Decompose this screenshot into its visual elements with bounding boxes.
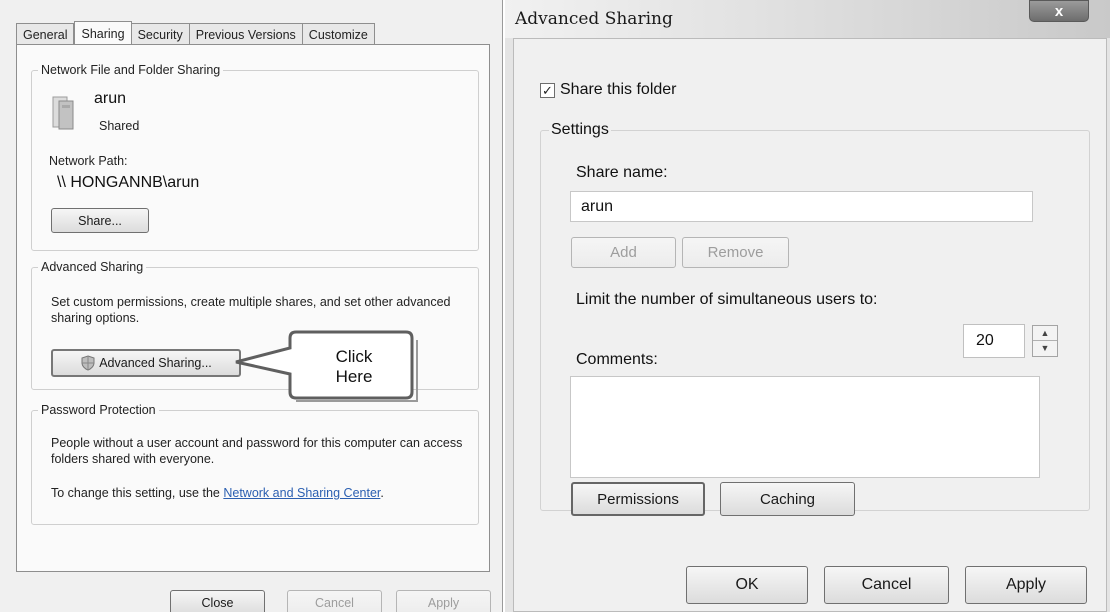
tab-strip: General Sharing Security Previous Versio… (16, 21, 375, 46)
tab-sharing[interactable]: Sharing (74, 21, 132, 46)
network-sharing-center-link[interactable]: Network and Sharing Center (223, 486, 380, 500)
advanced-sharing-dialog: Advanced Sharing x ✓ Share this folder S… (505, 0, 1110, 612)
spin-down-icon[interactable]: ▼ (1033, 341, 1057, 356)
tab-security[interactable]: Security (131, 23, 190, 45)
folder-name: arun (94, 90, 127, 107)
shared-folder-icon (52, 96, 74, 130)
close-icon: x (1054, 2, 1064, 20)
dialog-apply-button[interactable]: Apply (965, 566, 1087, 604)
callout-text: Click Here (296, 347, 412, 387)
settings-legend: Settings (551, 121, 609, 138)
user-limit-spinner[interactable]: ▲ ▼ (1032, 325, 1058, 357)
password-change-suffix: . (380, 486, 384, 500)
uac-shield-icon (81, 355, 95, 371)
tab-customize[interactable]: Customize (302, 23, 375, 45)
share-folder-option[interactable]: ✓ Share this folder (540, 81, 677, 99)
close-button[interactable]: Close (170, 590, 265, 612)
network-path-value: \\ HONGANNB\arun (57, 174, 200, 191)
properties-dialog: General Sharing Security Previous Versio… (0, 0, 503, 612)
apply-button[interactable]: Apply (396, 590, 491, 612)
share-name-label: Share name: (576, 164, 668, 181)
advanced-sharing-description: Set custom permissions, create multiple … (51, 295, 451, 325)
sharing-tab-page: Network File and Folder Sharing arun Sha… (16, 44, 490, 572)
remove-button[interactable]: Remove (682, 237, 789, 268)
ok-button[interactable]: OK (686, 566, 808, 604)
cancel-button[interactable]: Cancel (287, 590, 382, 612)
caching-button[interactable]: Caching (720, 482, 855, 516)
callout-line-1: Click (335, 347, 373, 366)
dialog-client-area: ✓ Share this folder Settings Share name:… (513, 38, 1107, 612)
advanced-sharing-legend: Advanced Sharing (41, 260, 144, 274)
user-limit-field[interactable]: 20 (963, 324, 1025, 358)
advanced-sharing-button-label: Advanced Sharing... (99, 356, 212, 370)
network-path-label: Network Path: (49, 154, 128, 168)
password-change-prefix: To change this setting, use the (51, 486, 224, 500)
share-button[interactable]: Share... (51, 208, 149, 233)
dialog-cancel-button[interactable]: Cancel (824, 566, 949, 604)
callout-line-2: Here (335, 367, 373, 386)
password-protection-legend: Password Protection (41, 403, 156, 417)
user-limit-label: Limit the number of simultaneous users t… (576, 291, 878, 308)
share-name-field[interactable]: arun (570, 191, 1033, 222)
dialog-title: Advanced Sharing (515, 9, 673, 29)
password-protection-description: People without a user account and passwo… (51, 436, 463, 466)
permissions-button[interactable]: Permissions (571, 482, 705, 516)
comments-label: Comments: (576, 351, 658, 368)
add-button[interactable]: Add (571, 237, 676, 268)
comments-field[interactable] (570, 376, 1040, 478)
tab-previous-versions[interactable]: Previous Versions (189, 23, 303, 45)
password-change-text: To change this setting, use the Network … (51, 485, 471, 501)
advanced-sharing-button[interactable]: Advanced Sharing... (51, 349, 241, 377)
spin-up-icon[interactable]: ▲ (1033, 326, 1057, 341)
share-folder-label: Share this folder (560, 81, 677, 98)
share-folder-checkbox[interactable]: ✓ (540, 82, 555, 98)
tab-general[interactable]: General (16, 23, 75, 45)
network-sharing-legend: Network File and Folder Sharing (41, 63, 221, 77)
share-status: Shared (99, 119, 140, 133)
title-bar: Advanced Sharing x (505, 0, 1110, 38)
close-window-button[interactable]: x (1029, 0, 1089, 22)
